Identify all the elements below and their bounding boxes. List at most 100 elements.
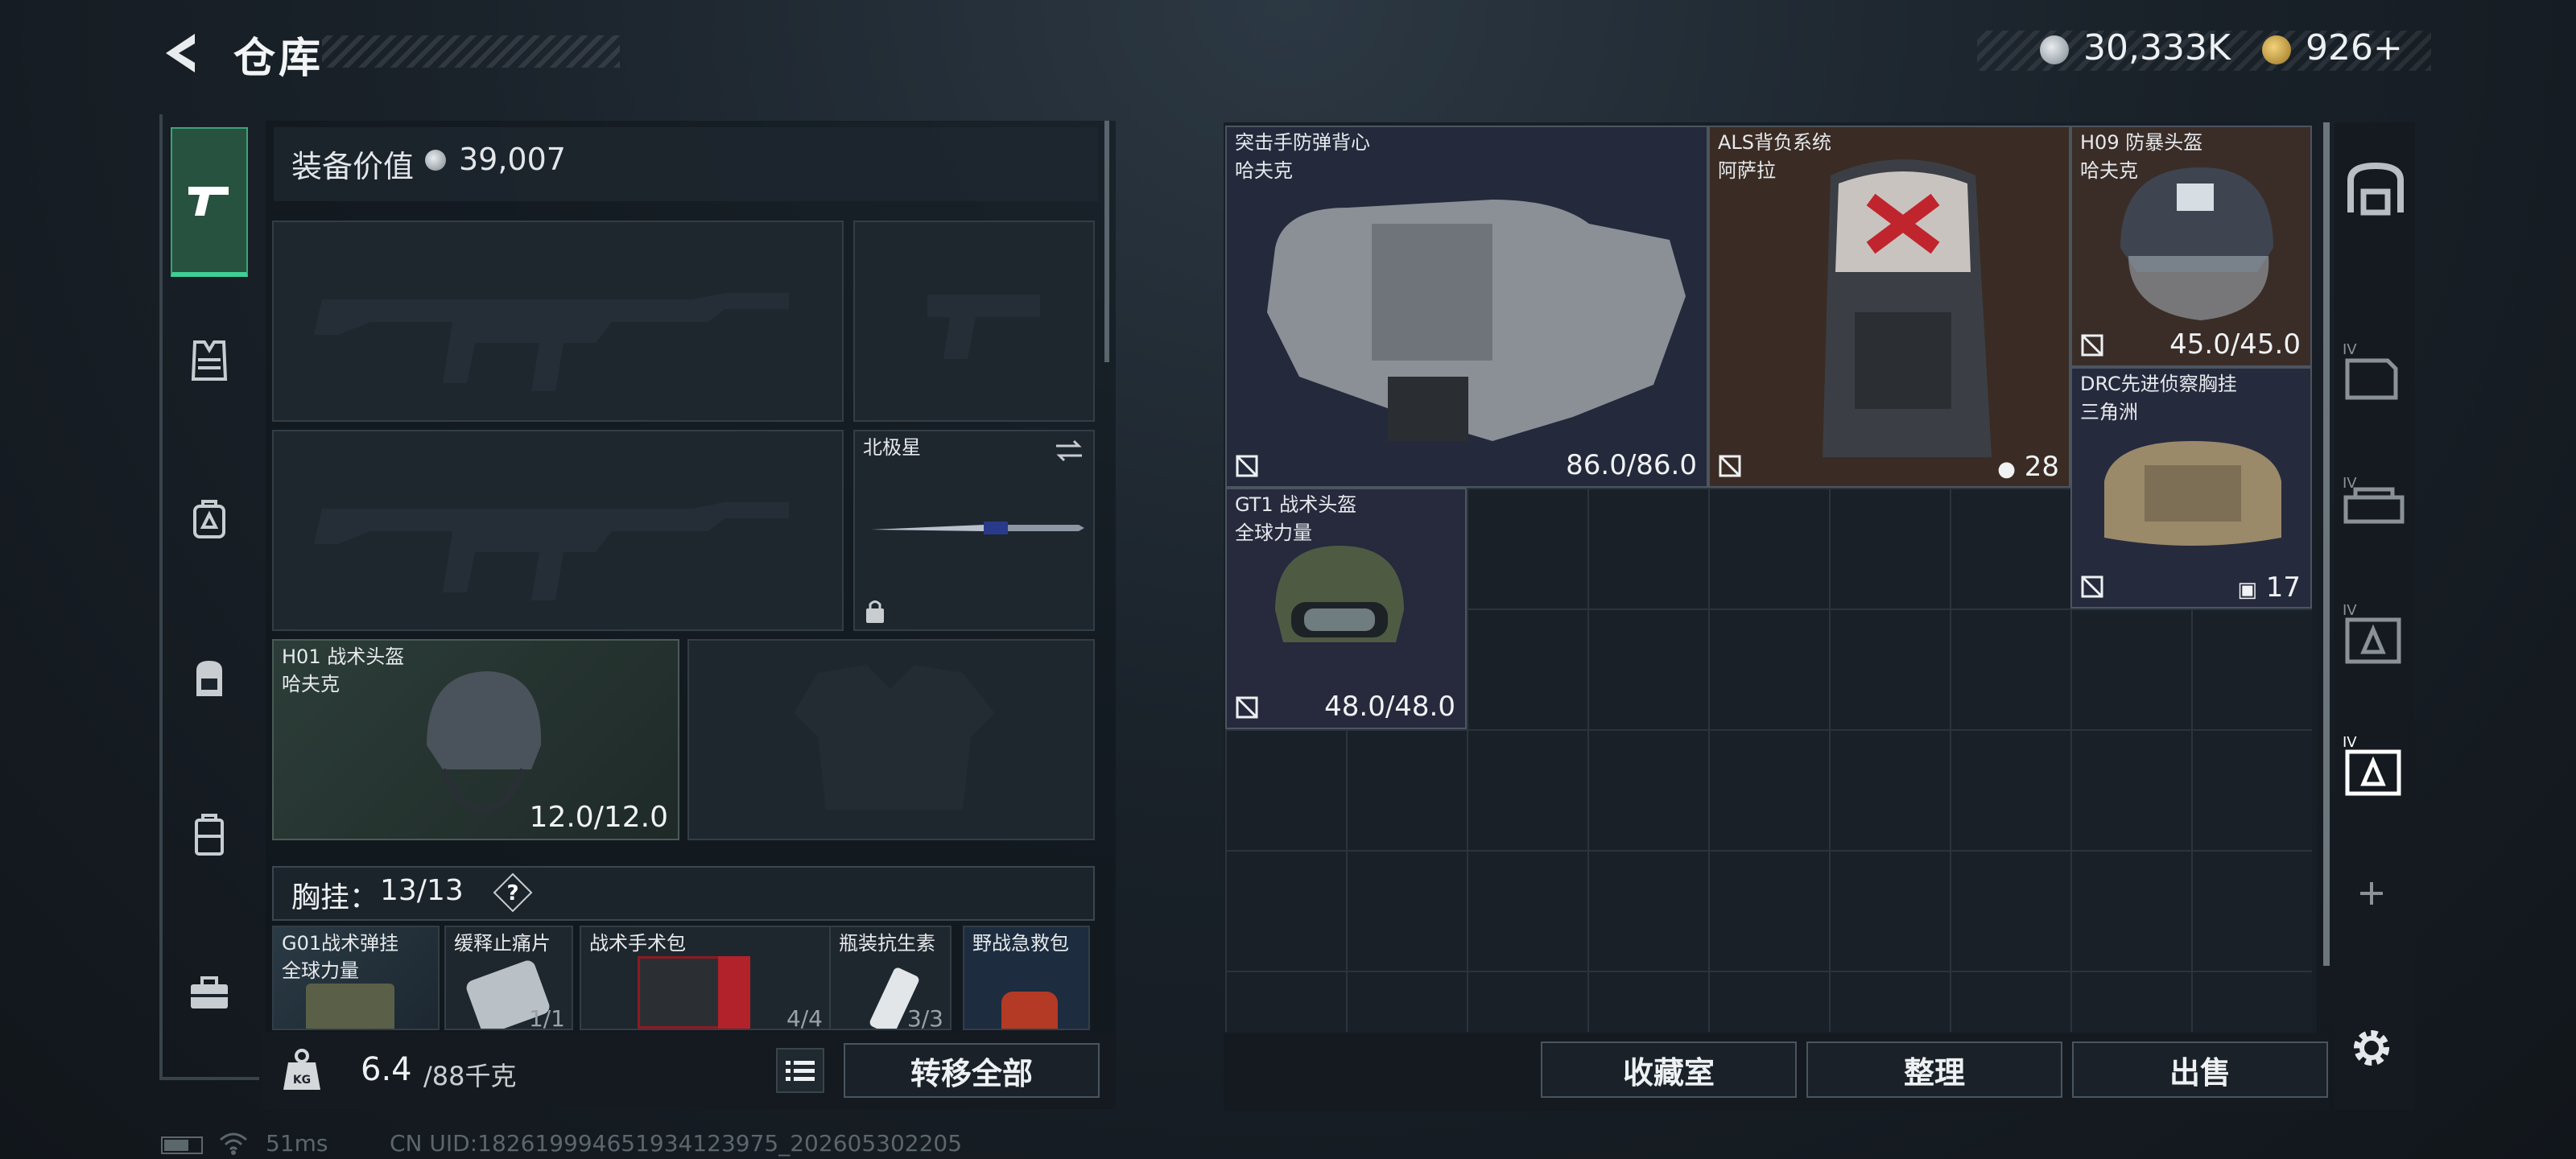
tab-backpack[interactable] (171, 639, 248, 716)
armor-silhouette-icon (794, 665, 995, 810)
transfer-all-button[interactable]: 转移全部 (844, 1043, 1100, 1098)
stash-scrollbar[interactable] (2323, 122, 2330, 966)
stash-item-recon-rig[interactable]: DRC先进侦察胸挂 三角洲 ▣ 17 (2070, 367, 2312, 608)
tab-pouch[interactable] (171, 480, 248, 557)
pouch-g01[interactable]: G01战术弹挂 全球力量 (272, 926, 440, 1030)
capacity-icon: ● (1997, 457, 2016, 481)
armor-slot[interactable] (687, 639, 1095, 840)
backpack-capacity: ● 28 (1997, 451, 2059, 483)
list-view-button[interactable] (776, 1048, 824, 1093)
pouch-first-aid[interactable]: 野战急救包 (963, 926, 1090, 1030)
uid-text: CN UID:1826199946519341239​75_2026053022… (390, 1130, 963, 1157)
stash-item-vest[interactable]: 突击手防弹背心 哈夫克 86.0/86.0 (1225, 126, 1708, 488)
item-name: H09 防暴头盔 (2080, 131, 2203, 154)
container-tier4-selected-icon[interactable]: IV (2339, 729, 2412, 802)
tab-chest-rig[interactable] (171, 322, 248, 399)
vest-image (1267, 200, 1686, 441)
pouch-surgery-kit[interactable]: 战术手术包 4/4 (580, 926, 831, 1030)
svg-text:IV: IV (2343, 602, 2357, 619)
back-arrow-icon[interactable] (158, 29, 206, 77)
stash-item-backpack[interactable]: ALS背负系统 阿萨拉 ● 28 (1708, 126, 2070, 488)
item-name: GT1 战术头盔 (1235, 493, 1357, 516)
equipment-scrollbar[interactable] (1104, 121, 1109, 362)
first-aid-icon (1001, 992, 1058, 1029)
no-insure-icon (2081, 575, 2103, 598)
swap-icon[interactable] (1053, 438, 1085, 464)
svg-text:KG: KG (293, 1074, 311, 1087)
tab-case[interactable] (171, 797, 248, 874)
pouch-count: 3/3 (906, 1005, 943, 1030)
equipment-value-label: 装备价值 (291, 149, 415, 184)
item-name: DRC先进侦察胸挂 (2080, 373, 2237, 395)
bonds-value[interactable]: 926+ (2306, 27, 2403, 68)
stash-item-gt1-helmet[interactable]: GT1 战术头盔 全球力量 48.0/48.0 (1225, 488, 1467, 729)
page-title: 仓库 (233, 35, 324, 83)
battery-level (164, 1140, 188, 1151)
ping-text: 51ms (266, 1130, 328, 1157)
lock-icon (866, 600, 884, 623)
bond-coin-icon (2262, 35, 2291, 64)
gt1-helmet-image (1275, 546, 1404, 642)
pouch-name: 战术手术包 (589, 932, 686, 955)
primary-weapon-slot-1[interactable] (272, 221, 844, 422)
knife-icon (871, 522, 1084, 534)
rifle-silhouette-icon (314, 502, 789, 600)
no-insure-icon (1236, 455, 1258, 477)
sort-button[interactable]: 整理 (1806, 1041, 2062, 1098)
rifle-silhouette-icon (314, 293, 789, 391)
add-container-icon[interactable] (2349, 871, 2394, 916)
tab-toolbox[interactable] (171, 955, 248, 1032)
helmet-durability: 12.0/12.0 (529, 801, 668, 834)
vest-capacity-icon: ▣ (2237, 578, 2257, 602)
pouch-count: 1/1 (528, 1005, 565, 1030)
helmet-name: H01 战术头盔 (282, 645, 405, 668)
helmet-brand: 哈夫克 (282, 673, 340, 695)
add-bonds-icon: + (2372, 27, 2403, 68)
container-tier4-2-icon[interactable]: IV (2339, 470, 2412, 542)
money-coin-icon (2040, 35, 2069, 64)
tab-weapons[interactable] (171, 127, 248, 277)
stash-item-riot-helmet[interactable]: H09 防暴头盔 哈夫克 45.0/45.0 (2070, 126, 2312, 367)
weight-current: 6.4 (361, 1051, 412, 1088)
bag-icon (193, 500, 225, 538)
container-tier4-1-icon[interactable]: IV (2339, 336, 2412, 409)
surgery-kit-strap (718, 956, 750, 1029)
rail-divider (159, 1077, 259, 1080)
no-insure-icon (1236, 696, 1258, 719)
svg-text:?: ? (506, 881, 518, 905)
container-tier4-3-icon[interactable]: IV (2339, 597, 2412, 670)
item-name: 突击手防弹背心 (1235, 131, 1370, 154)
melee-slot[interactable]: 北极星 (853, 430, 1095, 631)
money-value: 30,333K (2083, 27, 2231, 68)
case-icon (195, 814, 224, 856)
money-coin-icon (425, 150, 446, 171)
helmet-slot[interactable]: H01 战术头盔 哈夫克 12.0/12.0 (272, 639, 679, 840)
riot-helmet-image (2120, 167, 2273, 320)
title-decoration (322, 35, 620, 68)
pouch-antibiotic[interactable]: 瓶装抗生素 3/3 (829, 926, 952, 1030)
settings-gear-icon[interactable] (2346, 1022, 2397, 1074)
safe-box-icon[interactable] (2339, 156, 2412, 229)
pouch-count: 4/4 (786, 1005, 823, 1030)
backpack-image (1823, 159, 1992, 457)
pouch-name: 缓释止痛片 (454, 932, 551, 955)
item-durability: 45.0/45.0 (2169, 328, 2301, 361)
weight-icon: KG (283, 1049, 320, 1090)
help-icon[interactable]: ? (493, 872, 533, 913)
vest-icon (191, 340, 228, 381)
chest-rig-label: 胸挂： (291, 881, 379, 914)
item-durability: 48.0/48.0 (1324, 691, 1455, 723)
melee-name: 北极星 (863, 436, 921, 459)
list-icon (786, 1061, 815, 1081)
sell-button[interactable]: 出售 (2072, 1041, 2328, 1098)
primary-weapon-slot-2[interactable] (272, 430, 844, 631)
pouch-name: 野战急救包 (972, 932, 1069, 955)
svg-text:IV: IV (2343, 341, 2357, 358)
rig-capacity: ▣ 17 (2237, 571, 2301, 604)
secondary-weapon-slot[interactable] (853, 221, 1095, 422)
wifi-icon (220, 1132, 247, 1155)
pouch-painkiller[interactable]: 缓释止痛片 1/1 (444, 926, 573, 1030)
backpack-icon (196, 661, 222, 696)
item-brand: 阿萨拉 (1718, 159, 1776, 182)
collection-room-button[interactable]: 收藏室 (1541, 1041, 1797, 1098)
